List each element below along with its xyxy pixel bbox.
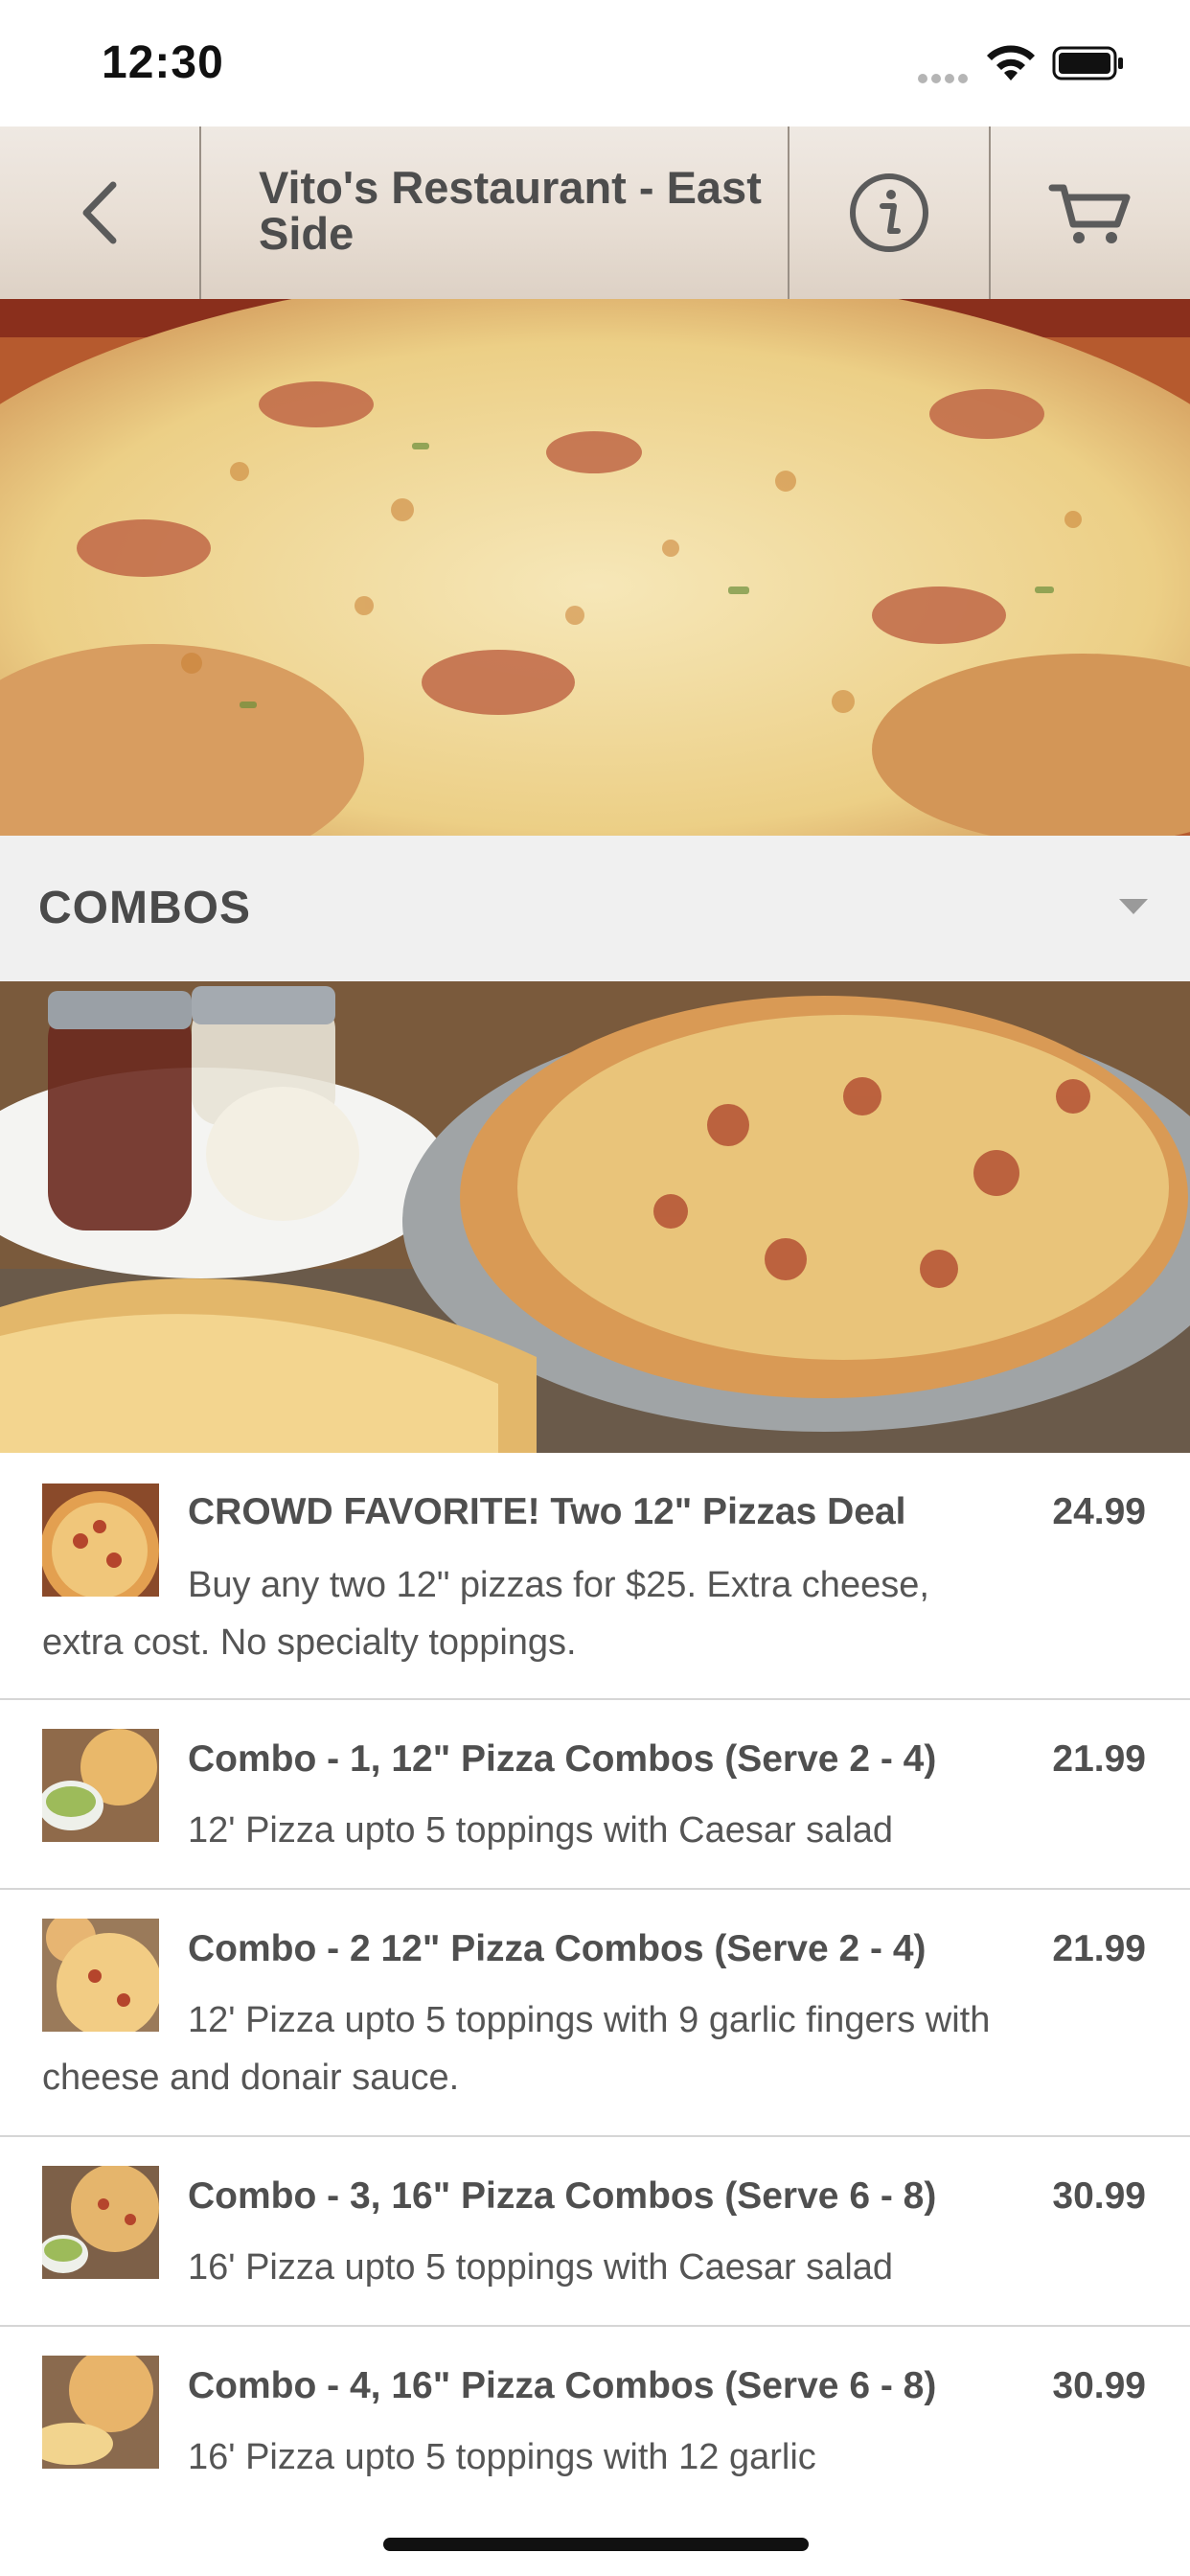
status-bar: 12:30 [0,0,1190,126]
menu-item-name: CROWD FAVORITE! Two 12" Pizzas Deal [188,1491,906,1532]
cart-icon [1048,184,1131,243]
caret-down-icon[interactable] [1119,899,1148,916]
menu-item[interactable]: Combo - 2 12" Pizza Combos (Serve 2 - 4)… [0,1890,1190,2137]
category-header[interactable]: COMBOS [0,836,1190,981]
menu-item-price: 30.99 [1052,2175,1146,2217]
wifi-icon [987,45,1035,80]
menu-item-name: Combo - 1, 12" Pizza Combos (Serve 2 - 4… [188,1738,937,1780]
menu-item-description: 12' Pizza upto 5 toppings with Caesar sa… [188,1810,894,1851]
chevron-left-icon [82,181,117,244]
menu-item[interactable]: CROWD FAVORITE! Two 12" Pizzas Deal 24.9… [0,1453,1190,1700]
menu-item[interactable]: Combo - 3, 16" Pizza Combos (Serve 6 - 8… [0,2137,1190,2327]
back-button[interactable] [0,126,199,299]
header-divider [199,126,201,299]
menu-item-price: 24.99 [1052,1491,1146,1532]
info-button[interactable] [790,126,989,299]
page-title: Vito's Restaurant - East Side [259,162,762,259]
category-title: COMBOS [38,883,251,933]
battery-icon [1052,46,1123,80]
category-image [0,981,1190,1453]
menu-item-price: 30.99 [1052,2365,1146,2406]
menu-item-description: 12' Pizza upto 5 toppings with 9 garlic … [42,2000,991,2098]
signal-icon [918,71,972,88]
info-icon [850,173,928,252]
cart-button[interactable] [991,126,1190,299]
menu-item-name: Combo - 4, 16" Pizza Combos (Serve 6 - 8… [188,2365,937,2406]
menu-item-price: 21.99 [1052,1928,1146,1969]
menu-item-name: Combo - 2 12" Pizza Combos (Serve 2 - 4) [188,1928,927,1969]
home-indicator[interactable] [383,2538,809,2551]
menu-item-description: Buy any two 12" pizzas for $25. Extra ch… [42,1565,929,1663]
menu-item-description: 16' Pizza upto 5 toppings with 12 garlic [188,2437,816,2477]
menu-item[interactable]: Combo - 1, 12" Pizza Combos (Serve 2 - 4… [0,1700,1190,1890]
menu-item-description: 16' Pizza upto 5 toppings with Caesar sa… [188,2247,894,2288]
hero-pizza-image [0,299,1190,836]
menu-item-name: Combo - 3, 16" Pizza Combos (Serve 6 - 8… [188,2175,937,2217]
status-time: 12:30 [102,37,224,88]
nav-header: Vito's Restaurant - East Side [0,126,1190,299]
menu-item-price: 21.99 [1052,1738,1146,1780]
